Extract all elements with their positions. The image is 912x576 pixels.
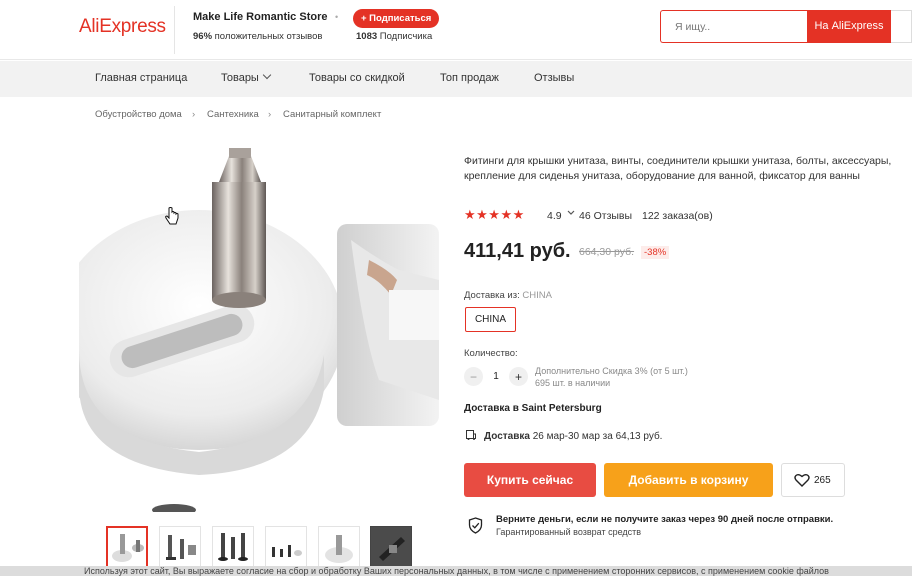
ship-from-value: CHINA bbox=[522, 290, 552, 301]
quantity-discount: Дополнительно Скидка 3% (от 5 шт.) bbox=[535, 366, 688, 376]
thumbnail-image bbox=[325, 535, 353, 563]
header: AliExpress Make Life Romantic Store • + … bbox=[0, 0, 912, 60]
store-name[interactable]: Make Life Romantic Store bbox=[193, 11, 327, 23]
nav-home[interactable]: Главная страница bbox=[95, 72, 187, 84]
subscribe-button[interactable]: + Подписаться bbox=[353, 9, 440, 28]
breadcrumb-separator-icon: › bbox=[192, 109, 196, 120]
search-box bbox=[660, 10, 808, 43]
quantity-plus-button[interactable]: + bbox=[509, 367, 528, 386]
nav-sale-label: Товары со скидкой bbox=[309, 72, 405, 84]
buy-now-button[interactable]: Купить сейчас bbox=[464, 463, 596, 497]
country-option-china[interactable]: CHINA bbox=[465, 307, 516, 332]
nav-top-sales-label: Топ продаж bbox=[440, 72, 499, 84]
divider bbox=[174, 6, 175, 54]
nav-home-label: Главная страница bbox=[95, 72, 188, 84]
discount-badge: -38% bbox=[641, 246, 670, 259]
thumbnail-5[interactable] bbox=[318, 526, 360, 568]
store-nav: Главная страница Товары Товары со скидко… bbox=[0, 61, 912, 97]
store-rating: 96% положительных отзывов bbox=[193, 31, 322, 42]
delivery-info: Доставка 26 мар-30 мар за 64,13 руб. bbox=[484, 431, 662, 442]
delivery-icon bbox=[466, 430, 476, 440]
thumbnail-1[interactable] bbox=[106, 526, 148, 568]
breadcrumb-sanitary[interactable]: Санитарный комплект bbox=[283, 109, 381, 120]
nav-reviews-label: Отзывы bbox=[534, 72, 575, 84]
quantity-label: Количество: bbox=[464, 348, 518, 359]
rating-value[interactable]: 4.9 bbox=[547, 210, 562, 222]
thumbnail-2[interactable] bbox=[159, 526, 201, 568]
wishlist-count: 265 bbox=[814, 475, 831, 486]
wishlist-button[interactable]: 265 bbox=[781, 463, 845, 497]
delivery-destination[interactable]: Доставка в Saint Petersburg bbox=[464, 403, 602, 414]
delivery-dates: 26 мар-30 мар за 64,13 руб. bbox=[529, 431, 663, 442]
dot-separator: • bbox=[335, 12, 339, 22]
ship-from-label: Доставка из: bbox=[464, 290, 520, 301]
hand-cursor-icon bbox=[165, 207, 179, 225]
price: 411,41 руб. bbox=[464, 240, 571, 262]
thumbnail-4[interactable] bbox=[265, 526, 307, 568]
aliexpress-logo[interactable]: AliExpress bbox=[79, 16, 166, 38]
shield-check-icon bbox=[468, 517, 483, 534]
orders-count: 122 заказа(ов) bbox=[642, 210, 713, 222]
cookie-bar: Используя этот сайт, Вы выражаете соглас… bbox=[0, 566, 912, 576]
thumbnail-image bbox=[218, 533, 248, 561]
breadcrumb-home[interactable]: Обустройство дома bbox=[95, 109, 182, 120]
nav-products[interactable]: Товары bbox=[221, 70, 272, 84]
product-photo bbox=[79, 148, 439, 512]
nav-products-label: Товары bbox=[221, 72, 259, 84]
product-main-image[interactable] bbox=[79, 140, 439, 512]
search-button[interactable]: На AliExpress bbox=[807, 10, 891, 43]
nav-top-sales[interactable]: Топ продаж bbox=[440, 72, 499, 84]
nav-reviews[interactable]: Отзывы bbox=[534, 72, 574, 84]
chevron-down-icon bbox=[262, 70, 272, 80]
store-rating-value: 96% bbox=[193, 31, 213, 42]
thumbnail-image bbox=[166, 535, 196, 560]
cookie-text: Используя этот сайт, Вы выражаете соглас… bbox=[84, 566, 829, 576]
breadcrumb-separator-icon: › bbox=[268, 109, 272, 120]
rating-stars-icon: ★★★★★ bbox=[464, 207, 525, 222]
store-subscribers-count: 1083 bbox=[356, 31, 378, 42]
heart-icon bbox=[794, 474, 810, 487]
stock-count: 695 шт. в наличии bbox=[535, 378, 611, 388]
guarantee-title: Верните деньги, если не получите заказ ч… bbox=[496, 514, 834, 525]
quantity-minus-button[interactable]: − bbox=[464, 367, 483, 386]
search-secondary-button[interactable] bbox=[891, 10, 912, 43]
store-subscribers-text: Подписчика bbox=[377, 31, 433, 42]
thumbnail-3[interactable] bbox=[212, 526, 254, 568]
store-subscribers: 1083 Подписчика bbox=[356, 31, 432, 42]
store-rating-text: положительных отзывов bbox=[212, 31, 323, 42]
thumbnail-image bbox=[371, 527, 411, 567]
search-input[interactable] bbox=[661, 11, 808, 42]
thumbnail-6[interactable] bbox=[370, 526, 412, 568]
thumbnail-image bbox=[272, 545, 302, 557]
reviews-count[interactable]: 46 Отзывы bbox=[579, 210, 632, 222]
breadcrumb-plumbing[interactable]: Сантехника bbox=[207, 109, 259, 120]
thumbnail-image bbox=[112, 534, 144, 562]
ship-from: Доставка из: CHINA bbox=[464, 290, 552, 301]
delivery-label: Доставка bbox=[484, 431, 530, 442]
guarantee-subtitle: Гарантированный возврат средств bbox=[496, 527, 642, 537]
quantity-value[interactable]: 1 bbox=[487, 371, 505, 382]
product-title: Фитинги для крышки унитаза, винты, соеди… bbox=[464, 155, 892, 182]
add-to-cart-button[interactable]: Добавить в корзину bbox=[604, 463, 773, 497]
nav-sale[interactable]: Товары со скидкой bbox=[309, 72, 405, 84]
old-price: 664,30 руб. bbox=[579, 246, 635, 258]
chevron-down-icon[interactable] bbox=[567, 209, 575, 217]
